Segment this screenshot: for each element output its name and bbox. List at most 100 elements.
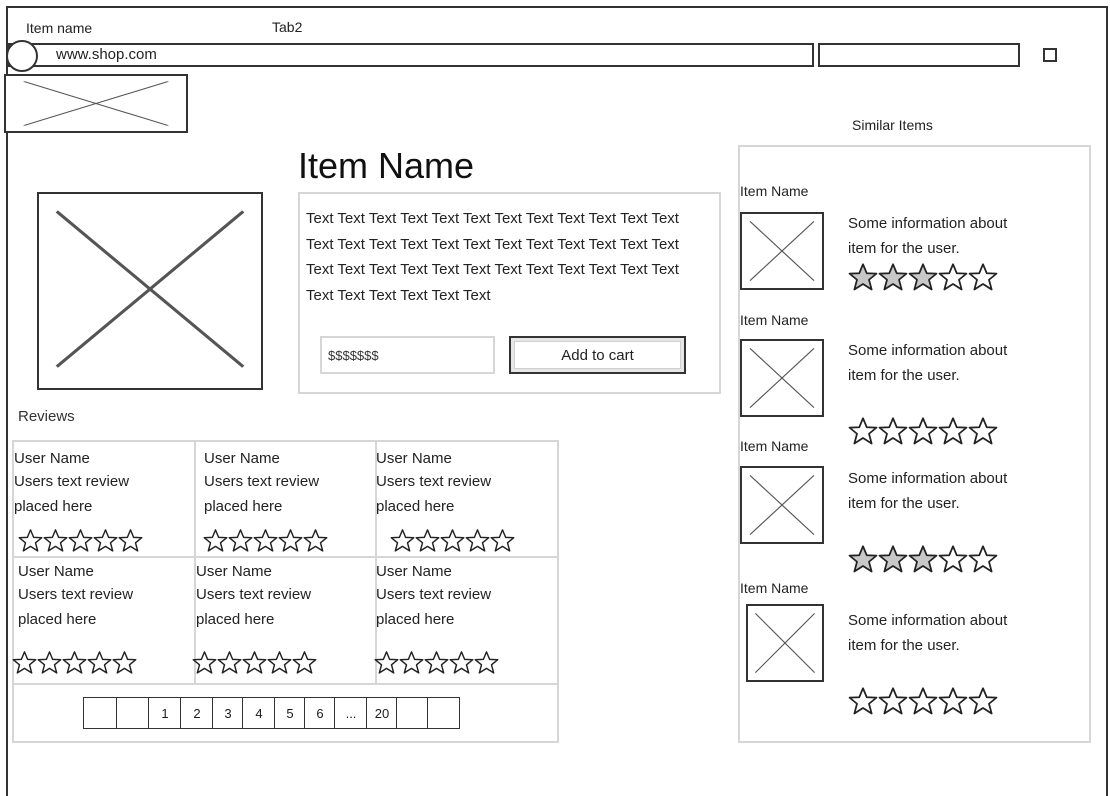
review-text: placed here <box>196 611 275 628</box>
page-button[interactable]: 3 <box>212 697 244 729</box>
window-control-icon[interactable] <box>1043 48 1057 62</box>
logo-image <box>4 74 188 133</box>
star-empty-icon <box>228 528 253 553</box>
star-empty-icon <box>18 528 43 553</box>
star-empty-icon <box>424 650 449 675</box>
review-rating <box>390 528 515 553</box>
reviews-pager-divider <box>14 683 557 685</box>
similar-item-info-line: item for the user. <box>848 637 960 654</box>
star-empty-icon <box>878 686 908 716</box>
browser-home-icon[interactable] <box>6 40 38 72</box>
review-user-name: User Name <box>204 450 280 467</box>
product-image <box>37 192 263 390</box>
similar-item-info: Some information about item for the user. <box>848 211 1048 261</box>
review-rating <box>203 528 328 553</box>
similar-item-info: Some information about item for the user. <box>848 466 1048 516</box>
star-empty-icon <box>217 650 242 675</box>
tab-item-name[interactable]: Item name <box>26 20 92 36</box>
star-empty-icon <box>440 528 465 553</box>
review-card: User Name Users text review placed here <box>196 563 366 632</box>
product-title: Item Name <box>298 145 475 186</box>
browser-search-field[interactable] <box>818 43 1020 67</box>
review-rating <box>18 528 143 553</box>
star-empty-icon <box>449 650 474 675</box>
similar-item-image[interactable] <box>740 339 824 417</box>
star-empty-icon <box>118 528 143 553</box>
review-text: placed here <box>14 498 93 515</box>
tab-2[interactable]: Tab2 <box>272 19 302 35</box>
star-empty-icon <box>968 686 998 716</box>
review-text: Users text review <box>14 473 130 490</box>
star-empty-icon <box>938 416 968 446</box>
star-empty-icon <box>43 528 68 553</box>
review-user-name: User Name <box>18 563 94 580</box>
reviews-heading: Reviews <box>18 408 75 425</box>
add-to-cart-button[interactable]: Add to cart <box>509 336 686 374</box>
page-button[interactable]: 2 <box>180 697 214 729</box>
star-empty-icon <box>848 416 878 446</box>
star-empty-icon <box>490 528 515 553</box>
star-empty-icon <box>203 528 228 553</box>
similar-item-name[interactable]: Item Name <box>740 580 808 596</box>
star-empty-icon <box>968 544 998 574</box>
review-text: placed here <box>376 498 455 515</box>
star-empty-icon <box>415 528 440 553</box>
star-empty-icon <box>908 686 938 716</box>
address-text: www.shop.com <box>56 46 157 63</box>
star-empty-icon <box>242 650 267 675</box>
similar-item-name[interactable]: Item Name <box>740 183 808 199</box>
similar-item-info-line: item for the user. <box>848 495 960 512</box>
star-empty-icon <box>938 544 968 574</box>
similar-item-name[interactable]: Item Name <box>740 438 808 454</box>
star-filled-icon <box>848 544 878 574</box>
review-text: Users text review <box>376 473 492 490</box>
star-empty-icon <box>87 650 112 675</box>
star-empty-icon <box>12 650 37 675</box>
page-button[interactable]: 4 <box>242 697 276 729</box>
page-button[interactable]: 1 <box>148 697 182 729</box>
page-nav-button[interactable] <box>427 697 460 729</box>
similar-item-name[interactable]: Item Name <box>740 312 808 328</box>
review-text: placed here <box>376 611 455 628</box>
page-button[interactable]: 5 <box>274 697 306 729</box>
similar-item-info-line: item for the user. <box>848 367 960 384</box>
star-empty-icon <box>278 528 303 553</box>
page-nav-button[interactable] <box>396 697 429 729</box>
review-user-name: User Name <box>14 450 90 467</box>
star-empty-icon <box>938 686 968 716</box>
review-rating <box>374 650 499 675</box>
review-user-name: User Name <box>196 563 272 580</box>
star-filled-icon <box>878 544 908 574</box>
similar-item-rating <box>848 544 998 574</box>
similar-item-info-line: item for the user. <box>848 240 960 257</box>
star-empty-icon <box>68 528 93 553</box>
review-text: Users text review <box>376 586 492 603</box>
add-to-cart-label: Add to cart <box>514 341 681 369</box>
page-button[interactable]: 6 <box>304 697 336 729</box>
similar-item-info-line: Some information about <box>848 612 1008 629</box>
star-empty-icon <box>938 262 968 292</box>
star-filled-icon <box>848 262 878 292</box>
review-text: Users text review <box>204 473 320 490</box>
price-field: $$$$$$$ <box>320 336 495 374</box>
star-filled-icon <box>878 262 908 292</box>
similar-item-image[interactable] <box>740 212 824 290</box>
star-empty-icon <box>192 650 217 675</box>
star-empty-icon <box>303 528 328 553</box>
reviews-row-divider <box>14 556 557 558</box>
review-card: User Name Users text review placed here <box>18 563 188 632</box>
star-empty-icon <box>399 650 424 675</box>
review-user-name: User Name <box>376 563 452 580</box>
page-nav-button[interactable] <box>83 697 118 729</box>
review-card: User Name Users text review placed here <box>376 450 546 519</box>
page-nav-button[interactable] <box>116 697 150 729</box>
page-button[interactable]: ... <box>334 697 368 729</box>
page-button[interactable]: 20 <box>366 697 398 729</box>
star-empty-icon <box>465 528 490 553</box>
star-empty-icon <box>374 650 399 675</box>
similar-item-image[interactable] <box>740 466 824 544</box>
similar-item-image[interactable] <box>746 604 824 682</box>
review-user-name: User Name <box>376 450 452 467</box>
star-empty-icon <box>292 650 317 675</box>
star-empty-icon <box>267 650 292 675</box>
